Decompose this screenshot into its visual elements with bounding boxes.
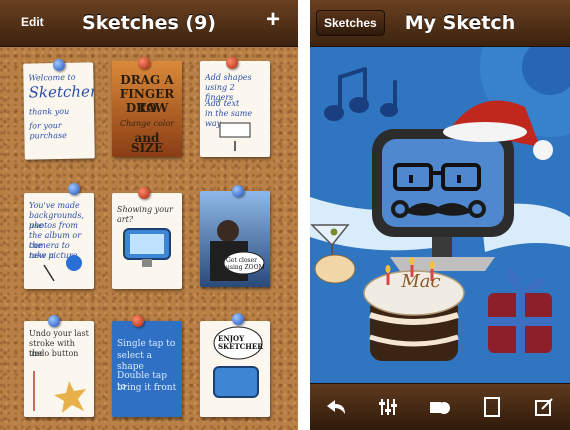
camera-doodle xyxy=(43,255,82,282)
sketch-thumbnail-2[interactable]: DRAG A FINGER TO DRAW Change color and S… xyxy=(112,61,182,157)
page-icon xyxy=(484,397,500,417)
sketches-list-screen: Edit Sketches (9) + Welcome to Sketcher … xyxy=(0,0,298,430)
sketch-text: Change color xyxy=(119,119,175,128)
pin-icon xyxy=(232,185,244,197)
sketches-navbar: Edit Sketches (9) + xyxy=(0,0,298,47)
shapes-button[interactable] xyxy=(425,392,455,422)
sketch-thumbnail-4[interactable]: You've made backgrounds, use photos from… xyxy=(24,193,94,289)
brush-settings-icon xyxy=(379,399,397,415)
page-button[interactable] xyxy=(477,392,507,422)
sketch-thumbnail-6[interactable]: Get closer using ZOOM xyxy=(200,191,270,287)
sketch-text: DRAW xyxy=(125,101,169,115)
export-icon xyxy=(535,398,553,416)
sketch-thumbnail-9[interactable]: ENJOY SKETCHER xyxy=(200,321,270,417)
sketch-text: Single tap to xyxy=(117,339,176,349)
sketch-text: select a shape xyxy=(117,351,153,372)
sketch-thumbnail-7[interactable]: Undo your last stroke with the undo butt… xyxy=(24,321,94,417)
sketch-text: bring it front xyxy=(117,383,177,393)
brush-settings-button[interactable] xyxy=(373,392,403,422)
shapes-icon xyxy=(430,402,450,414)
sketch-text: and SIZE xyxy=(130,131,164,155)
sketch-canvas[interactable]: Mac xyxy=(310,47,570,384)
photo-doodle xyxy=(210,220,265,281)
arrow-doodle xyxy=(219,122,251,151)
back-button[interactable]: Sketches xyxy=(316,10,385,36)
page-title: My Sketch xyxy=(404,12,516,34)
page-title: Sketches (9) xyxy=(82,12,216,34)
sketch-thumbnail-8[interactable]: Single tap to select a shape Double tap … xyxy=(112,321,182,417)
sketch-text: using ZOOM xyxy=(226,264,265,271)
editor-navbar: Sketches My Sketch xyxy=(310,0,570,47)
pin-icon xyxy=(138,57,150,69)
pin-icon xyxy=(53,59,65,71)
cake-text: Mac xyxy=(401,271,441,292)
pin-icon xyxy=(226,57,238,69)
edit-button[interactable]: Edit xyxy=(14,10,51,34)
sketch-text: for your purchase xyxy=(29,120,67,141)
sketch-thumbnail-3[interactable]: Add shapes using 2 fingers Add text in t… xyxy=(200,61,270,157)
computer-doodle xyxy=(123,228,171,267)
sketch-thumbnail-1[interactable]: Welcome to Sketcher thank you for your p… xyxy=(23,62,95,160)
sketch-text: Sketcher xyxy=(28,82,95,102)
undo-icon xyxy=(327,400,345,414)
export-button[interactable] xyxy=(529,392,559,422)
pin-icon xyxy=(132,315,144,327)
pin-icon xyxy=(48,315,60,327)
starburst-doodle xyxy=(33,371,86,413)
pin-icon xyxy=(68,183,80,195)
sketch-text: DRAG A xyxy=(120,73,174,87)
add-sketch-button[interactable]: + xyxy=(266,8,280,32)
corkboard: Welcome to Sketcher thank you for your p… xyxy=(0,47,298,430)
sketch-text: thank you xyxy=(28,106,70,117)
birthday-illustration xyxy=(310,47,570,361)
sketch-text: Get closer xyxy=(226,257,258,264)
pin-icon xyxy=(232,313,244,325)
undo-button[interactable] xyxy=(321,392,351,422)
sketch-thumbnail-5[interactable]: Showing your art? xyxy=(112,193,182,289)
editor-toolbar xyxy=(310,383,570,430)
sketch-editor-screen: Sketches My Sketch Mac xyxy=(310,0,570,430)
pin-icon xyxy=(138,187,150,199)
sketch-text: SKETCHER xyxy=(218,342,264,351)
